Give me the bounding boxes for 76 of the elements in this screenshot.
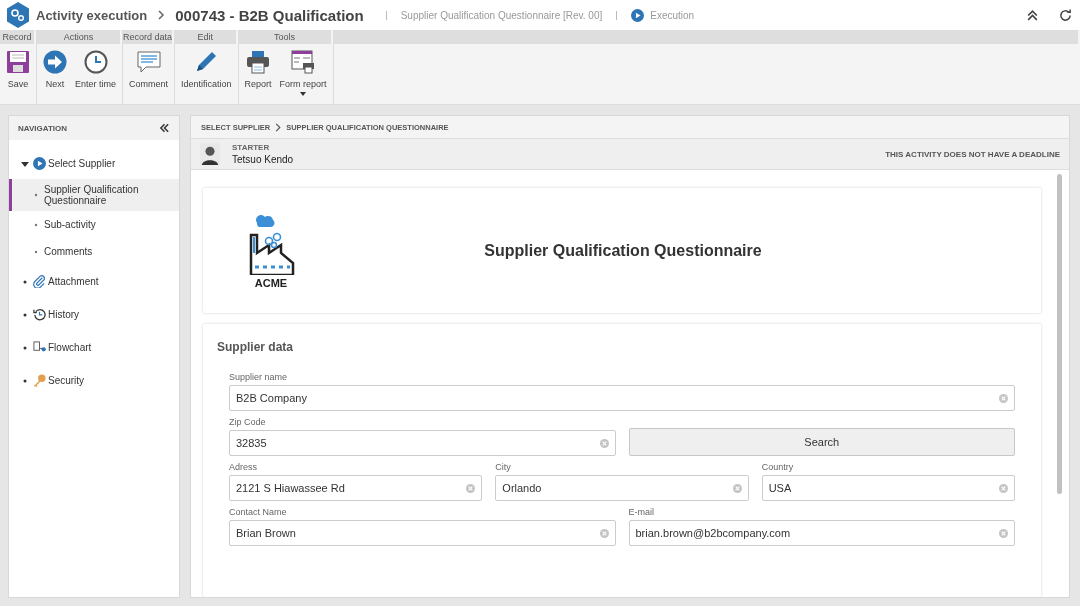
field-label: Zip Code <box>229 417 267 428</box>
pencil-icon <box>194 50 219 74</box>
toolbar-button[interactable]: Report <box>240 46 276 100</box>
play-icon <box>33 157 46 170</box>
record-title: 000743 - B2B Qualification <box>175 6 364 24</box>
field-label: City <box>495 462 512 473</box>
history-icon <box>33 308 46 321</box>
text-field[interactable]: 32835 <box>229 430 616 456</box>
toolbar-button[interactable]: Next <box>39 46 71 93</box>
collapse-icon[interactable] <box>1026 8 1039 22</box>
clear-icon[interactable] <box>999 528 1008 538</box>
toolbar-button[interactable]: Enter time <box>71 46 120 93</box>
field-label: Country <box>761 462 795 473</box>
key-icon <box>33 374 46 387</box>
scrollbar-thumb[interactable] <box>1057 174 1062 494</box>
flowchart-icon <box>33 341 46 354</box>
collapse-panel-icon[interactable] <box>159 123 170 133</box>
toolbar-button[interactable]: Form report <box>275 46 331 100</box>
chevron-icon <box>275 122 282 132</box>
clear-icon[interactable] <box>999 393 1008 403</box>
factory-icon <box>247 212 295 275</box>
printer-icon <box>246 50 271 74</box>
clear-icon[interactable] <box>732 483 742 493</box>
navigation-item[interactable]: Supplier Qualification Questionnaire <box>9 179 179 211</box>
navigation-item[interactable]: Select Supplier <box>9 148 179 179</box>
toolbar-group-label: Record data <box>123 30 175 44</box>
play-icon <box>631 8 645 22</box>
arrow-right-icon <box>43 50 67 74</box>
caret-icon <box>300 92 307 96</box>
navigation-item[interactable]: Security <box>9 364 179 397</box>
clock-icon <box>83 50 108 74</box>
form-name: Supplier Qualification Questionnaire [Rev. 00] <box>400 9 603 21</box>
toolbar-button[interactable]: Comment <box>125 46 173 93</box>
search-button[interactable]: Search <box>628 428 1015 456</box>
section-title: Supplier data <box>217 340 294 354</box>
comment-icon <box>136 50 161 74</box>
text-field[interactable]: brian.brown@b2bcompany.com <box>628 520 1015 546</box>
expanded-caret-icon <box>21 159 29 168</box>
avatar-icon <box>200 142 220 166</box>
toolbar-button[interactable]: Identification <box>177 46 236 93</box>
module-title[interactable]: Activity execution <box>36 7 148 23</box>
form-title: Supplier Qualification Questionnaire <box>483 241 763 260</box>
navigation-item[interactable]: Attachment <box>9 265 179 298</box>
text-field[interactable]: USA <box>761 475 1015 501</box>
toolbar-button[interactable]: Save <box>2 46 34 93</box>
navigation-item[interactable]: Flowchart <box>9 331 179 364</box>
navigation-item[interactable]: Sub-activity <box>9 211 179 238</box>
deadline-text: THIS ACTIVITY DOES NOT HAVE A DEADLINE <box>885 149 1060 159</box>
status-text: Execution <box>650 9 695 21</box>
clear-icon[interactable] <box>599 438 609 448</box>
panel-title: NAVIGATION <box>18 123 68 133</box>
navigation-item[interactable]: History <box>9 298 179 331</box>
refresh-icon[interactable] <box>1059 8 1072 22</box>
field-label: Supplier name <box>229 372 289 383</box>
text-field[interactable]: Brian Brown <box>229 520 616 546</box>
toolbar-group-label: Record <box>0 30 36 44</box>
toolbar-group-label: Edit <box>175 30 238 44</box>
toolbar-group-label: Actions <box>37 30 122 44</box>
form-printer-icon <box>291 50 316 74</box>
field-label: Contact Name <box>229 507 288 518</box>
clear-icon[interactable] <box>599 528 609 538</box>
text-field[interactable]: B2B Company <box>229 385 1015 411</box>
field-label: E-mail <box>628 507 655 518</box>
clear-icon[interactable] <box>999 483 1008 493</box>
bullet-icon <box>32 191 40 199</box>
navigation-item[interactable]: Comments <box>9 238 179 265</box>
text-field[interactable]: 2121 S Hiawassee Rd <box>229 475 483 501</box>
toolbar-group-label: Tools <box>238 30 333 44</box>
starter-label: STARTER <box>232 143 271 152</box>
field-label: Adress <box>229 462 258 473</box>
starter-name: Tetsuo Kendo <box>232 154 294 165</box>
chevron-icon <box>157 10 166 20</box>
text-field[interactable]: Orlando <box>495 475 749 501</box>
logo-text: ACME <box>254 276 288 289</box>
paperclip-icon <box>33 275 46 288</box>
clear-icon[interactable] <box>466 483 476 493</box>
